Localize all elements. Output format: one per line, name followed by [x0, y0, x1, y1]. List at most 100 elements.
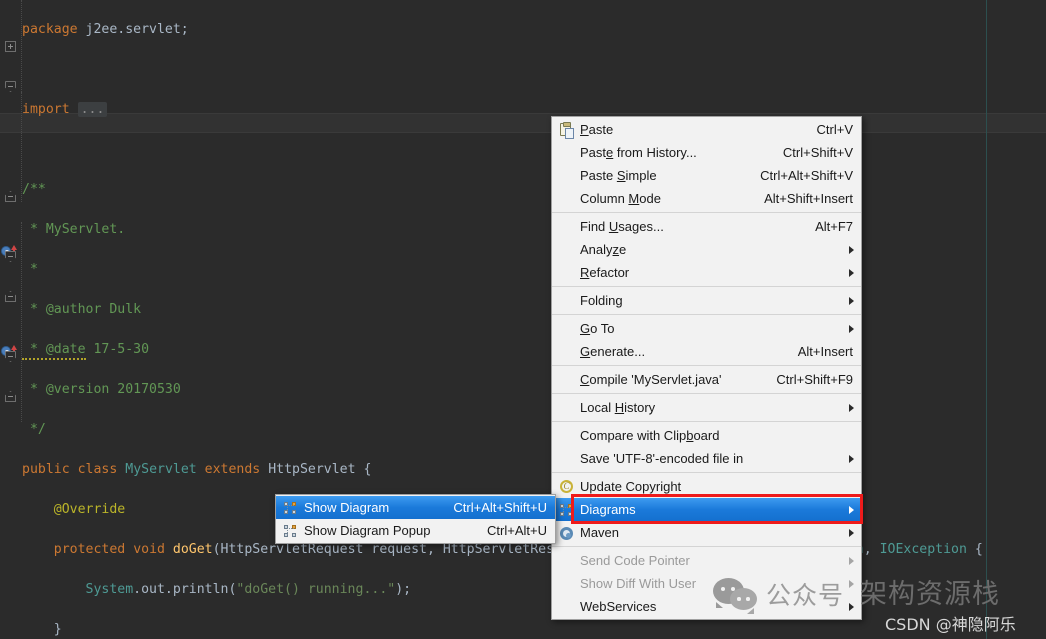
menu-item-label: Generate...: [580, 344, 780, 359]
submenu-item-show-diagram-popup[interactable]: Show Diagram Popup Ctrl+Alt+U: [276, 519, 555, 542]
editor-context-menu[interactable]: Paste Ctrl+V Paste from History... Ctrl+Shi…: [551, 116, 862, 620]
tok-class: class: [78, 462, 118, 477]
menu-item-refactor[interactable]: Refactor: [552, 261, 861, 284]
tok-brace-close-1: }: [54, 622, 62, 637]
tok-method-doget: doGet: [173, 542, 213, 557]
menu-item-compare-with-clipboard[interactable]: Compare with Clipboard: [552, 424, 861, 447]
menu-item-send-code-pointer: Send Code Pointer: [552, 549, 861, 572]
menu-item-label: Maven: [580, 525, 853, 540]
submenu-item-shortcut: Ctrl+Alt+Shift+U: [453, 500, 547, 515]
submenu-arrow-icon: [849, 603, 854, 611]
menu-item-diagrams[interactable]: Diagrams: [552, 498, 861, 521]
tok-javadoc-l1: * MyServlet.: [22, 222, 125, 237]
tok-javadoc-date-tag: * @date: [22, 342, 86, 360]
menu-item-label: Paste: [580, 122, 799, 137]
fold-expand-import-icon[interactable]: [5, 41, 16, 52]
tok-javadoc-open: /**: [22, 182, 46, 197]
submenu-item-shortcut: Ctrl+Alt+U: [487, 523, 547, 538]
submenu-arrow-icon: [849, 269, 854, 277]
menu-item-local-history[interactable]: Local History: [552, 396, 861, 419]
menu-item-label: Analyze: [580, 242, 853, 257]
fold-collapse-dopost-icon[interactable]: [5, 351, 16, 362]
submenu-item-show-diagram[interactable]: Show Diagram Ctrl+Alt+Shift+U: [276, 496, 555, 519]
tok-semi-1: );: [395, 582, 411, 597]
menu-item-find-usages[interactable]: Find Usages...Alt+F7: [552, 215, 861, 238]
menu-separator: [552, 286, 861, 287]
submenu-arrow-icon: [849, 557, 854, 565]
menu-item-label: Local History: [580, 400, 853, 415]
code-line: }: [22, 620, 991, 639]
tok-str-doget: "doGet() running...": [236, 582, 395, 597]
fold-end-javadoc-icon[interactable]: [5, 191, 16, 202]
menu-item-label: Compile 'MyServlet.java': [580, 372, 758, 387]
tok-package-name: j2ee.servlet;: [78, 22, 189, 37]
menu-item-shortcut: Alt+Shift+Insert: [764, 191, 853, 206]
menu-item-label: Diagrams: [580, 502, 853, 517]
menu-item-generate[interactable]: Generate...Alt+Insert: [552, 340, 861, 363]
menu-icon-slot: [558, 191, 576, 207]
tok-javadoc-version-val: 20170530: [109, 382, 180, 397]
tok-javadoc-date-val: 17-5-30: [86, 342, 150, 357]
fold-end-doget-icon[interactable]: [5, 291, 16, 302]
menu-separator: [552, 546, 861, 547]
diagram-icon: [558, 502, 576, 518]
diagrams-submenu[interactable]: Show DiagramCtrl+Alt+Shift+UShow Diagram…: [275, 494, 556, 544]
menu-item-compile-myservlet-java[interactable]: Compile 'MyServlet.java' Ctrl+Shift+F9: [552, 368, 861, 391]
menu-item-label: Save 'UTF-8'-encoded file in: [580, 451, 853, 466]
tok-import-kw: import: [22, 102, 70, 117]
diagram-icon: [282, 523, 300, 539]
menu-item-label: Go To: [580, 321, 853, 336]
menu-item-label: Show Diff With User: [580, 576, 853, 591]
menu-item-shortcut: Ctrl+Alt+Shift+V: [760, 168, 853, 183]
submenu-arrow-icon: [849, 506, 854, 514]
menu-item-maven[interactable]: Maven: [552, 521, 861, 544]
menu-separator: [552, 421, 861, 422]
tok-class-name: MyServlet: [125, 462, 196, 477]
menu-separator: [552, 472, 861, 473]
menu-item-column-mode[interactable]: Column ModeAlt+Shift+Insert: [552, 187, 861, 210]
menu-item-label: Show Diagram Popup: [304, 523, 469, 538]
tok-annotation-override-1: @Override: [54, 502, 125, 517]
menu-item-update-copyright[interactable]: CUpdate Copyright: [552, 475, 861, 498]
menu-item-label: Paste from History...: [580, 145, 765, 160]
folded-imports[interactable]: ...: [78, 102, 108, 117]
menu-icon-slot: [558, 599, 576, 615]
tok-out-1: .out.: [133, 582, 173, 597]
menu-item-webservices[interactable]: WebServices: [552, 595, 861, 618]
fold-end-dopost-icon[interactable]: [5, 391, 16, 402]
menu-item-save-utf-8-encoded-file-in[interactable]: Save 'UTF-8'-encoded file in: [552, 447, 861, 470]
menu-item-paste-simple[interactable]: Paste SimpleCtrl+Alt+Shift+V: [552, 164, 861, 187]
menu-item-show-diff-with-user: Show Diff With User: [552, 572, 861, 595]
fold-collapse-doget-icon[interactable]: [5, 251, 16, 262]
menu-icon-slot: [558, 576, 576, 592]
menu-icon-slot: [558, 242, 576, 258]
tok-superclass: HttpServlet: [268, 462, 355, 477]
tok-javadoc-author-tag: * @author: [22, 302, 101, 317]
menu-item-label: Show Diagram: [304, 500, 435, 515]
menu-icon-slot: [558, 372, 576, 388]
menu-item-shortcut: Ctrl+V: [817, 122, 853, 137]
menu-item-label: Find Usages...: [580, 219, 797, 234]
menu-item-shortcut: Ctrl+Shift+V: [783, 145, 853, 160]
menu-item-paste[interactable]: Paste Ctrl+V: [552, 118, 861, 141]
menu-item-analyze[interactable]: Analyze: [552, 238, 861, 261]
tok-package-kw: package: [22, 22, 78, 37]
menu-icon-slot: [558, 428, 576, 444]
maven-gear-icon: [558, 525, 576, 541]
menu-item-shortcut: Ctrl+Shift+F9: [776, 372, 853, 387]
menu-item-label: Folding: [580, 293, 853, 308]
menu-icon-slot: [558, 145, 576, 161]
fold-collapse-javadoc-icon[interactable]: [5, 81, 16, 92]
menu-item-folding[interactable]: Folding: [552, 289, 861, 312]
tok-javadoc-close: */: [22, 422, 46, 437]
menu-item-paste-from-history[interactable]: Paste from History... Ctrl+Shift+V: [552, 141, 861, 164]
editor-gutter[interactable]: [0, 0, 22, 639]
menu-item-go-to[interactable]: Go To: [552, 317, 861, 340]
tok-extends: extends: [205, 462, 261, 477]
menu-item-label: Update Copyright: [580, 479, 853, 494]
menu-icon-slot: [558, 344, 576, 360]
tok-javadoc-version-tag: * @version: [22, 382, 109, 397]
paste-clipboard-icon: [558, 122, 576, 138]
menu-item-label: Send Code Pointer: [580, 553, 853, 568]
menu-icon-slot: [558, 321, 576, 337]
